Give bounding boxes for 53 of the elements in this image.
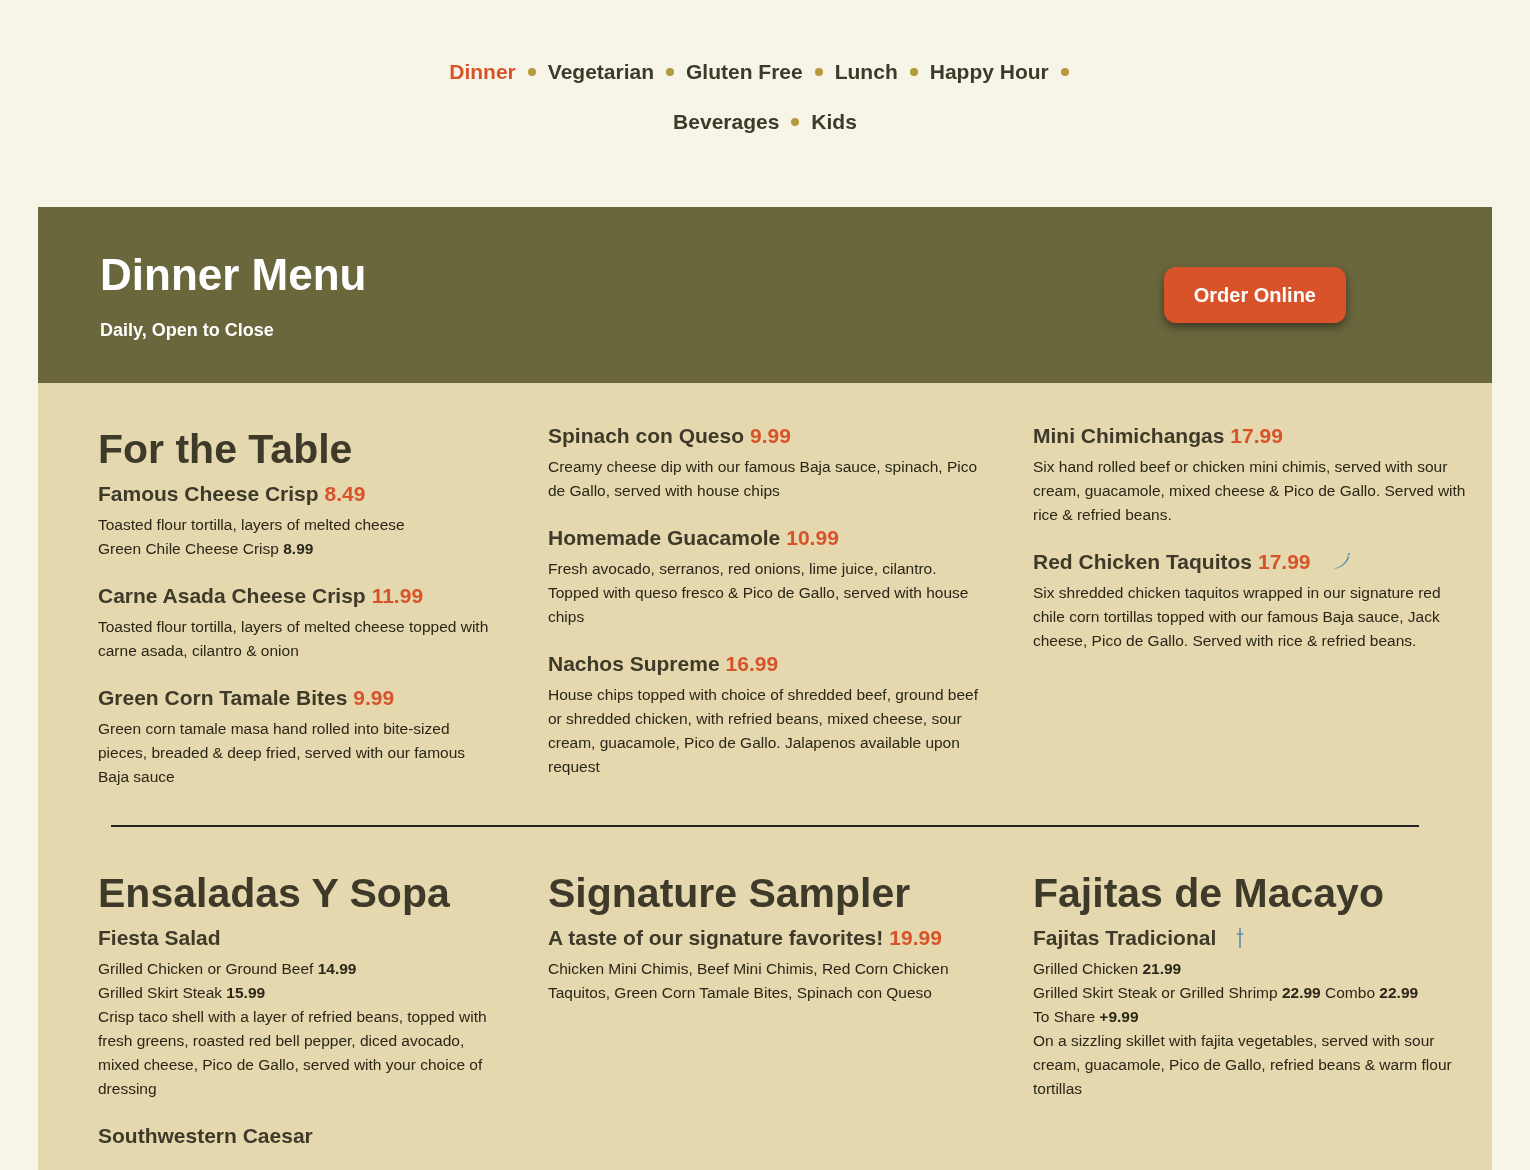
dish-price: 8.49 (324, 481, 366, 507)
dish-description: To Share +9.99 (1033, 1007, 1140, 1027)
menu-tab[interactable]: Kids (811, 106, 857, 138)
menu-tab[interactable]: Gluten Free (686, 56, 803, 88)
section-heading: For the Table (98, 425, 354, 474)
dish-name: Homemade Guacamole (548, 525, 781, 551)
dish-description: Grilled Skirt Steak 15.99 (98, 983, 267, 1003)
dish-name: Nachos Supreme (548, 651, 720, 677)
dish-price: 10.99 (786, 525, 839, 551)
section-heading: Fajitas de Macayo (1033, 869, 1385, 918)
dish-name: A taste of our signature favorites! (548, 925, 884, 951)
menu-tab[interactable]: Dinner (449, 56, 516, 88)
menu-tab[interactable]: Vegetarian (547, 56, 654, 88)
dish-name: Fiesta Salad (98, 925, 221, 951)
dish-price: 9.99 (353, 685, 395, 711)
dish-description: Grilled Chicken 21.99 (1033, 959, 1183, 979)
dish-description: Creamy cheese dip with our famous Baja sauce, spinach, Pico de Gallo, served with house chips (548, 457, 979, 501)
dish-price: 16.99 (725, 651, 779, 677)
dagger-icon (1236, 928, 1245, 948)
section-heading: Ensaladas Y Sopa (98, 869, 451, 918)
dish-description: Crisp taco shell with a layer of refried beans, topped with fresh greens, roasted red bell pepper, diced avocado, mixed cheese, Pico de Gallo, served with your choice of dressing (98, 1007, 488, 1099)
menu-tab[interactable]: Beverages (673, 106, 780, 138)
dish-description: House chips topped with choice of shredded beef, ground beef or shredded chicken, with refried beans, mixed cheese, sour cream, guacamole, Pico de Gallo. Jalapenos available upon request (548, 685, 979, 777)
menu-title: Dinner Menu (100, 248, 367, 301)
order-online-button[interactable]: Order Online (1163, 267, 1346, 323)
dish-description: Toasted flour tortilla, layers of melted cheese topped with carne asada, cilantro & onion (98, 617, 490, 661)
dish-description: Chicken Mini Chimis, Beef Mini Chimis, Red Corn Chicken Taquitos, Green Corn Tamale Bites, Spinach con Queso (548, 959, 950, 1003)
dish-name: Fajitas Tradicional (1033, 925, 1217, 951)
dish-name: Southwestern Caesar (98, 1123, 313, 1149)
dish-description: Toasted flour tortilla, layers of melted cheese (98, 515, 406, 535)
dish-name: Red Chicken Taquitos (1033, 549, 1252, 575)
dish-name: Mini Chimichangas (1033, 423, 1225, 449)
dish-price: 17.99 (1258, 549, 1311, 575)
dish-description: Fresh avocado, serranos, red onions, lime juice, cilantro. Topped with queso fresco & Pico de Gallo, served with house chips (548, 559, 970, 627)
dish-description: Green Chile Cheese Crisp 8.99 (98, 539, 315, 559)
dish-description: On a sizzling skillet with fajita vegetables, served with sour cream, guacamole, Pico de Gallo, refried beans & warm flour tortillas (1033, 1031, 1453, 1099)
dish-name: Famous Cheese Crisp (98, 481, 319, 507)
dish-description: Green corn tamale masa hand rolled into bite-sized pieces, breaded & deep fried, served with our famous Baja sauce (98, 719, 467, 787)
dish-name: Carne Asada Cheese Crisp (98, 583, 366, 609)
dish-name: Spinach con Queso (548, 423, 745, 449)
dish-price: 17.99 (1230, 423, 1283, 449)
dish-description: Grilled Skirt Steak or Grilled Shrimp 22.99 Combo 22.99 (1033, 983, 1420, 1003)
dish-price: 11.99 (371, 583, 424, 609)
dish-name: Green Corn Tamale Bites (98, 685, 348, 711)
menu-tab[interactable]: Lunch (834, 56, 898, 88)
menu-tab[interactable]: Happy Hour (929, 56, 1049, 88)
dish-description: Grilled Chicken or Ground Beef 14.99 (98, 959, 358, 979)
dish-price: 9.99 (750, 423, 791, 449)
section-heading: Signature Sampler (548, 869, 912, 918)
menu-subtitle: Daily, Open to Close (100, 318, 275, 342)
dish-price: 19.99 (889, 925, 942, 951)
dish-description: Six shredded chicken taquitos wrapped in our signature red chile corn tortillas topped with our famous Baja sauce, Jack cheese, Pico de Gallo. Served with rice & refried beans. (1033, 583, 1442, 651)
dish-description: Six hand rolled beef or chicken mini chimis, served with sour cream, guacamole, mixed cheese & Pico de Gallo. Served with rice & refried beans. (1033, 457, 1467, 525)
